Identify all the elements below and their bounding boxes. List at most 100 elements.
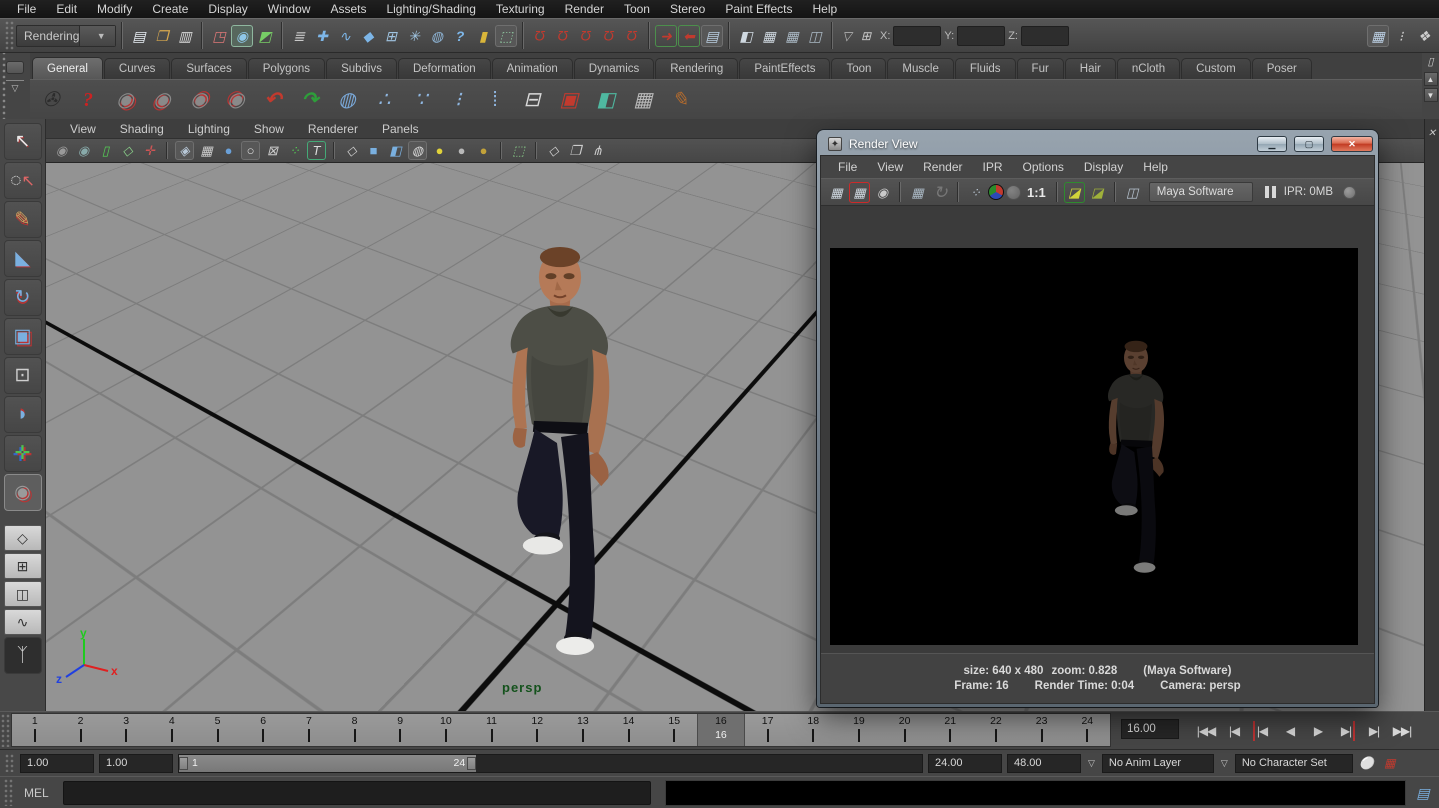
menu-set-dropdown-icon[interactable]: ▼: [79, 26, 115, 46]
shelf-tab-animation[interactable]: Animation: [492, 58, 573, 79]
step-forward-frame-button[interactable]: ▶|: [1361, 719, 1387, 743]
command-grip[interactable]: [4, 779, 13, 806]
select-shaded-object-icon[interactable]: [591, 85, 621, 115]
timeline-frame-22[interactable]: 22: [973, 714, 1019, 746]
current-time-field[interactable]: [1121, 719, 1179, 739]
menu-modify[interactable]: Modify: [88, 1, 141, 17]
camera-attributes-icon[interactable]: [74, 141, 93, 160]
make-live-icon[interactable]: [426, 25, 448, 47]
timeline-frame-16[interactable]: 1616: [697, 714, 745, 746]
panel-close-icon[interactable]: [1426, 127, 1439, 140]
rotate-tool[interactable]: ↻: [4, 279, 42, 316]
selection-mask-menu-icon[interactable]: [288, 25, 310, 47]
renderer-selector[interactable]: Maya Software: [1149, 182, 1253, 202]
timeline-frame-12[interactable]: 12: [514, 714, 560, 746]
custom-layout-button[interactable]: ᛉ: [4, 637, 42, 674]
snap-help-icon[interactable]: [449, 25, 471, 47]
node-editor-icon[interactable]: [517, 85, 547, 115]
shelf-tab-menu-icon[interactable]: ▽: [6, 80, 24, 94]
shelf-tab-muscle[interactable]: Muscle: [887, 58, 953, 79]
set-key-icon[interactable]: [1358, 754, 1376, 772]
panel-menu-renderer[interactable]: Renderer: [298, 122, 368, 136]
snap-point-icon[interactable]: [357, 25, 379, 47]
timeline-frame-7[interactable]: 7: [286, 714, 332, 746]
select-camera-icon[interactable]: [52, 141, 71, 160]
remove-image-icon[interactable]: [1087, 182, 1108, 203]
shelf-tab-fur[interactable]: Fur: [1017, 58, 1064, 79]
render-view-icon[interactable]: [735, 25, 757, 47]
playback-start-field[interactable]: 1.00: [99, 754, 173, 773]
layout-persp-graph-button[interactable]: ∿: [4, 609, 42, 635]
range-slider-track[interactable]: 1 24: [178, 754, 923, 773]
range-start-handle[interactable]: [179, 757, 188, 770]
timeline-frame-13[interactable]: 13: [560, 714, 606, 746]
one-to-one-zoom-icon[interactable]: 1:1: [1023, 185, 1050, 200]
maximize-button[interactable]: ▢: [1294, 136, 1324, 152]
command-language-label[interactable]: MEL: [14, 786, 63, 800]
select-cubes-icon[interactable]: [628, 85, 658, 115]
timeline-grip[interactable]: [1, 714, 10, 747]
rendered-image[interactable]: [830, 248, 1358, 645]
undo-icon[interactable]: [258, 85, 288, 115]
shelf-tab-deformation[interactable]: Deformation: [398, 58, 491, 79]
timeline-frame-3[interactable]: 3: [103, 714, 149, 746]
shelf-tab-hair[interactable]: Hair: [1065, 58, 1116, 79]
channel-box-toggle-icon[interactable]: [1413, 25, 1435, 47]
rv-menu-render[interactable]: Render: [914, 160, 971, 174]
highlight-selection-icon[interactable]: [495, 25, 517, 47]
shelf-tab-painteffects[interactable]: PaintEffects: [739, 58, 830, 79]
x-field[interactable]: [893, 26, 941, 46]
magnet-view-icon[interactable]: [621, 25, 643, 47]
wireframe-mode-icon[interactable]: [342, 141, 361, 160]
field-collapse-icon[interactable]: [838, 27, 856, 45]
use-all-lights-icon[interactable]: [408, 141, 427, 160]
statusline-grip[interactable]: [5, 21, 14, 50]
soft-modification-tool[interactable]: ◗: [4, 396, 42, 433]
select-tool[interactable]: ↖: [4, 123, 42, 160]
anim-layer-field[interactable]: No Anim Layer: [1102, 754, 1214, 773]
timeline-frame-10[interactable]: 10: [423, 714, 469, 746]
textured-mode-icon[interactable]: [386, 141, 405, 160]
layout-single-pane-button[interactable]: ◇: [4, 525, 42, 551]
panel-menu-view[interactable]: View: [60, 122, 106, 136]
redo-icon[interactable]: [295, 85, 325, 115]
construction-history-icon[interactable]: [701, 25, 723, 47]
isolate-select-icon[interactable]: [509, 141, 528, 160]
character-set-dropdown-icon[interactable]: ▽: [1219, 758, 1230, 769]
timeline-frame-8[interactable]: 8: [332, 714, 378, 746]
rv-menu-help[interactable]: Help: [1134, 160, 1177, 174]
display-alpha-channel-icon[interactable]: [1006, 185, 1021, 200]
shelf-tab-polygons[interactable]: Polygons: [248, 58, 325, 79]
lasso-select-tool[interactable]: ◌↖: [4, 162, 42, 199]
timeline-frame-6[interactable]: 6: [240, 714, 286, 746]
select-hierarchy-icon[interactable]: [208, 25, 230, 47]
multi-pane-icon[interactable]: [566, 141, 585, 160]
play-forwards-button[interactable]: ▶: [1305, 719, 1331, 743]
help-shelf-icon[interactable]: [73, 85, 103, 115]
redo-previous-render-icon[interactable]: [826, 182, 847, 203]
command-input[interactable]: [63, 781, 651, 805]
minimize-button[interactable]: ▁: [1257, 136, 1287, 152]
timeline-frame-19[interactable]: 19: [836, 714, 882, 746]
shelf-scroll-down-icon[interactable]: ▼: [1424, 88, 1438, 102]
layout-four-pane-button[interactable]: ⊞: [4, 553, 42, 579]
cluster-pair-icon[interactable]: [480, 85, 510, 115]
image-plane-icon[interactable]: [118, 141, 137, 160]
shelf-tab-toon[interactable]: Toon: [831, 58, 886, 79]
menu-window[interactable]: Window: [259, 1, 320, 17]
shelf-trash-icon[interactable]: [1423, 55, 1438, 70]
timeline-frame-11[interactable]: 11: [469, 714, 515, 746]
anim-layer-dropdown-icon[interactable]: ▽: [1086, 758, 1097, 769]
menu-create[interactable]: Create: [143, 1, 197, 17]
fieldchart-icon[interactable]: [285, 141, 304, 160]
open-render-settings-icon[interactable]: [1122, 182, 1143, 203]
timeline-frame-1[interactable]: 1: [12, 714, 58, 746]
share-view-icon[interactable]: [588, 141, 607, 160]
rv-menu-ipr[interactable]: IPR: [974, 160, 1012, 174]
z-field[interactable]: [1021, 26, 1069, 46]
render-view-titlebar[interactable]: ✦ Render View ▁ ▢ ✕: [820, 133, 1375, 155]
timeline-frame-14[interactable]: 14: [606, 714, 652, 746]
snap-grid-icon[interactable]: [311, 25, 333, 47]
menu-assets[interactable]: Assets: [321, 1, 375, 17]
y-field[interactable]: [957, 26, 1005, 46]
